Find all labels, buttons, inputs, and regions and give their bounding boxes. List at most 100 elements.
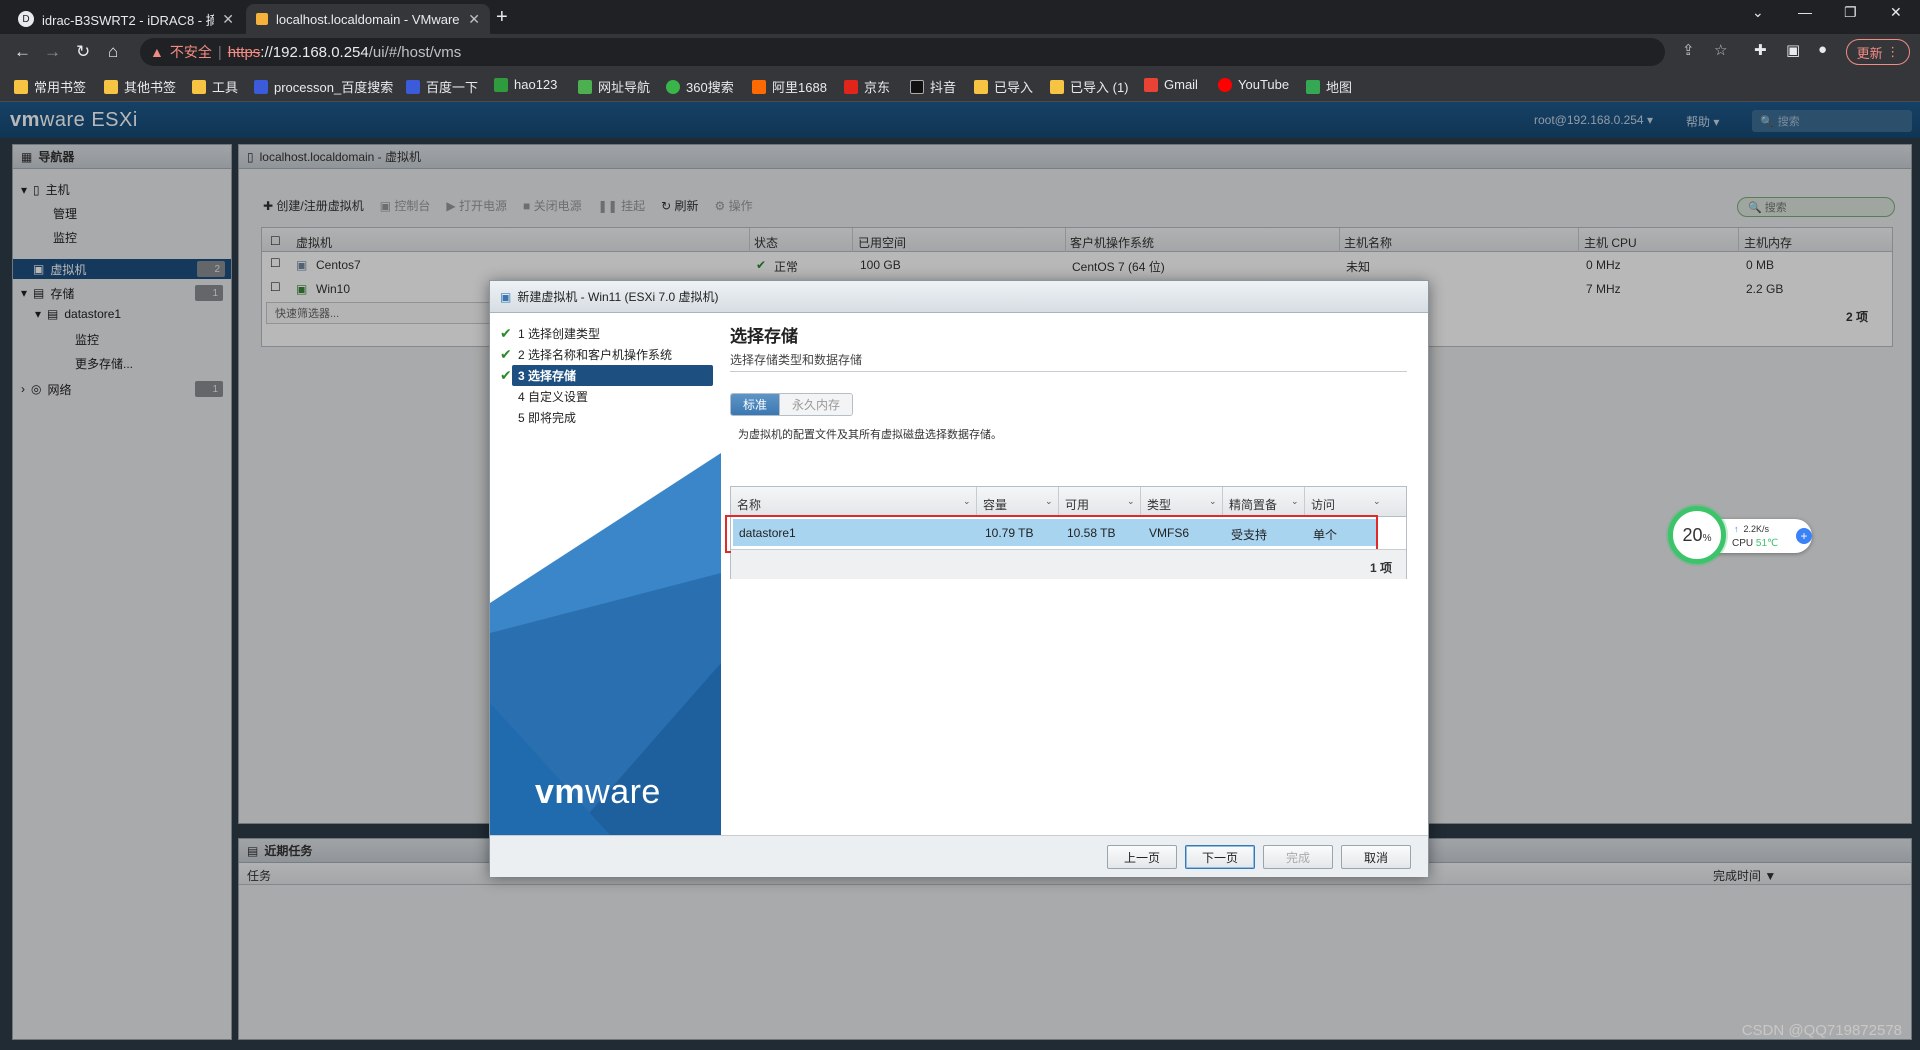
bookmark-item[interactable]: 已导入 [974, 77, 1033, 96]
bookmark-item[interactable]: 地图 [1306, 77, 1352, 96]
new-tab-button[interactable]: + [496, 6, 508, 29]
bookmark-item[interactable]: 360搜索 [666, 77, 734, 96]
bookmark-item[interactable]: 阿里1688 [752, 77, 827, 96]
navigation-icon [578, 79, 592, 94]
bookmark-item[interactable]: 其他书签 [104, 77, 176, 96]
folder-icon [1050, 79, 1064, 94]
bookmark-item[interactable]: 工具 [192, 77, 238, 96]
browser-toolbar: ← → ↻ ⌂ ▲ 不安全 | https://192.168.0.254/ui… [0, 34, 1920, 70]
bookmark-item[interactable]: 京东 [844, 77, 890, 96]
bookmark-item[interactable]: hao123 [494, 77, 557, 92]
tab-esxi[interactable]: localhost.localdomain - VMware ESXi ✕ [246, 4, 490, 34]
chevron-down-icon[interactable]: ⌄ [1291, 496, 1299, 507]
divider [730, 371, 1407, 372]
bookmark-item[interactable]: processon_百度搜索 [254, 77, 393, 96]
sidepanel-icon[interactable]: ▣ [1786, 41, 1800, 59]
col-thin[interactable]: 精简置备 [1229, 496, 1277, 513]
next-button[interactable]: 下一页 [1185, 845, 1255, 869]
upload-arrow-icon: ↑ [1734, 524, 1739, 534]
address-bar[interactable]: ▲ 不安全 | https://192.168.0.254/ui/#/host/… [140, 38, 1665, 66]
grid-header: 名称 ⌄ 容量 ⌄ 可用 ⌄ 类型 ⌄ 精简置备 ⌄ 访问 ⌄ [731, 487, 1406, 517]
bookmark-item[interactable]: 已导入 (1) [1050, 77, 1129, 96]
tab-search-icon[interactable]: ⌄ [1752, 4, 1764, 21]
col-free[interactable]: 可用 [1065, 496, 1089, 513]
wizard-main: 选择存储 选择存储类型和数据存储 标准 永久内存 为虚拟机的配置文件及其所有虚拟… [725, 313, 1420, 835]
datastore-count: 1 项 [1369, 561, 1392, 575]
cancel-button[interactable]: 取消 [1341, 845, 1411, 869]
persistent-memory-option[interactable]: 永久内存 [779, 394, 853, 415]
insecure-label: 不安全 [169, 44, 212, 60]
check-icon: ✔ [500, 367, 512, 383]
dialog-footer: 上一页 下一页 完成 取消 [490, 835, 1428, 877]
bookmark-item[interactable]: 网址导航 [578, 77, 650, 96]
page-title: 选择存储 [730, 327, 798, 346]
wizard-step-current[interactable]: ✔ 3 选择存储 [500, 365, 713, 386]
tab-idrac[interactable]: D idrac-B3SWRT2 - iDRAC8 - 摘要 ✕ [8, 4, 244, 34]
folder-icon [104, 79, 118, 94]
network-speed-widget[interactable]: 20% ↑ 2.2K/s CPU 51℃ + [1668, 506, 1814, 564]
baidu-icon [406, 79, 420, 94]
reload-icon[interactable]: ↻ [76, 42, 90, 62]
wizard-step[interactable]: 4 自定义设置 [498, 386, 713, 407]
new-vm-wizard: ▣ 新建虚拟机 - Win11 (ESXi 7.0 虚拟机) ✔ 1 选择创建类型 … [489, 280, 1429, 877]
check-icon: ✔ [500, 346, 512, 362]
bookmark-item[interactable]: Gmail [1144, 77, 1198, 92]
col-name[interactable]: 名称 [737, 496, 761, 513]
bookmark-item[interactable]: YouTube [1218, 77, 1289, 92]
wizard-step[interactable]: ✔ 2 选择名称和客户机操作系统 [498, 344, 713, 365]
watermark: CSDN @QQ719872578 [1741, 1022, 1902, 1039]
bookmark-item[interactable]: 百度一下 [406, 77, 478, 96]
browser-tabbar: D idrac-B3SWRT2 - iDRAC8 - 摘要 ✕ localhos… [0, 0, 1920, 34]
dell-icon: D [18, 11, 34, 27]
bookmark-star-icon[interactable]: ☆ [1714, 41, 1727, 59]
update-label: 更新 [1856, 45, 1883, 61]
douyin-icon [910, 79, 924, 94]
folder-icon [192, 79, 206, 94]
chevron-down-icon[interactable]: ⌄ [1045, 496, 1053, 507]
finish-button[interactable]: 完成 [1263, 845, 1333, 869]
new-vm-icon: ▣ [500, 289, 512, 304]
standard-option[interactable]: 标准 [731, 394, 780, 415]
profile-icon[interactable]: ● [1818, 41, 1827, 58]
minimize-button[interactable]: — [1798, 4, 1812, 20]
wizard-sidebar: ✔ 1 选择创建类型 ✔ 2 选择名称和客户机操作系统 ✔ 3 选择存储 4 自定义设… [490, 313, 721, 835]
col-type[interactable]: 类型 [1147, 496, 1171, 513]
divider: | [217, 43, 222, 61]
back-button[interactable]: 上一页 [1107, 845, 1177, 869]
storage-type-toggle: 标准 永久内存 [730, 393, 854, 416]
close-icon[interactable]: ✕ [468, 11, 480, 28]
bookmark-item[interactable]: 抖音 [910, 77, 956, 96]
close-icon[interactable]: ✕ [222, 11, 234, 28]
chevron-down-icon[interactable]: ⌄ [1127, 496, 1135, 507]
extensions-icon[interactable]: ✚ [1754, 41, 1767, 59]
360-icon [666, 79, 680, 94]
plus-icon[interactable]: + [1796, 528, 1812, 544]
forward-icon[interactable]: → [44, 42, 61, 62]
folder-icon [974, 79, 988, 94]
wizard-steps: ✔ 1 选择创建类型 ✔ 2 选择名称和客户机操作系统 ✔ 3 选择存储 4 自定义设… [498, 323, 713, 428]
warning-icon: ▲ [150, 44, 164, 60]
home-icon[interactable]: ⌂ [108, 42, 118, 62]
close-window-button[interactable]: ✕ [1890, 4, 1902, 21]
update-button[interactable]: 更新 ⋮ [1846, 39, 1910, 65]
col-capacity[interactable]: 容量 [983, 496, 1007, 513]
dialog-title: ▣ 新建虚拟机 - Win11 (ESXi 7.0 虚拟机) [490, 281, 1428, 313]
chevron-down-icon[interactable]: ⌄ [963, 496, 971, 507]
vmware-logo: vmware [535, 773, 661, 811]
datastore-grid: 名称 ⌄ 容量 ⌄ 可用 ⌄ 类型 ⌄ 精简置备 ⌄ 访问 ⌄ datastor… [725, 486, 1407, 579]
back-icon[interactable]: ← [14, 42, 31, 62]
wizard-step[interactable]: ✔ 1 选择创建类型 [498, 323, 713, 344]
restore-button[interactable]: ❐ [1844, 4, 1857, 21]
storage-description: 为虚拟机的配置文件及其所有虚拟磁盘选择数据存储。 [738, 429, 1002, 441]
chevron-down-icon[interactable]: ⌄ [1209, 496, 1217, 507]
bookmark-item[interactable]: 常用书签 [14, 77, 86, 96]
chevron-down-icon[interactable]: ⌄ [1373, 496, 1381, 507]
page-subtitle: 选择存储类型和数据存储 [730, 353, 863, 367]
tab-title: idrac-B3SWRT2 - iDRAC8 - 摘要 [42, 12, 215, 28]
jd-icon [844, 79, 858, 94]
share-icon[interactable]: ⇪ [1682, 41, 1695, 59]
grid-footer: 1 项 [731, 549, 1406, 579]
wizard-step[interactable]: 5 即将完成 [498, 407, 713, 428]
col-access[interactable]: 访问 [1311, 496, 1335, 513]
vmware-icon [256, 13, 268, 25]
